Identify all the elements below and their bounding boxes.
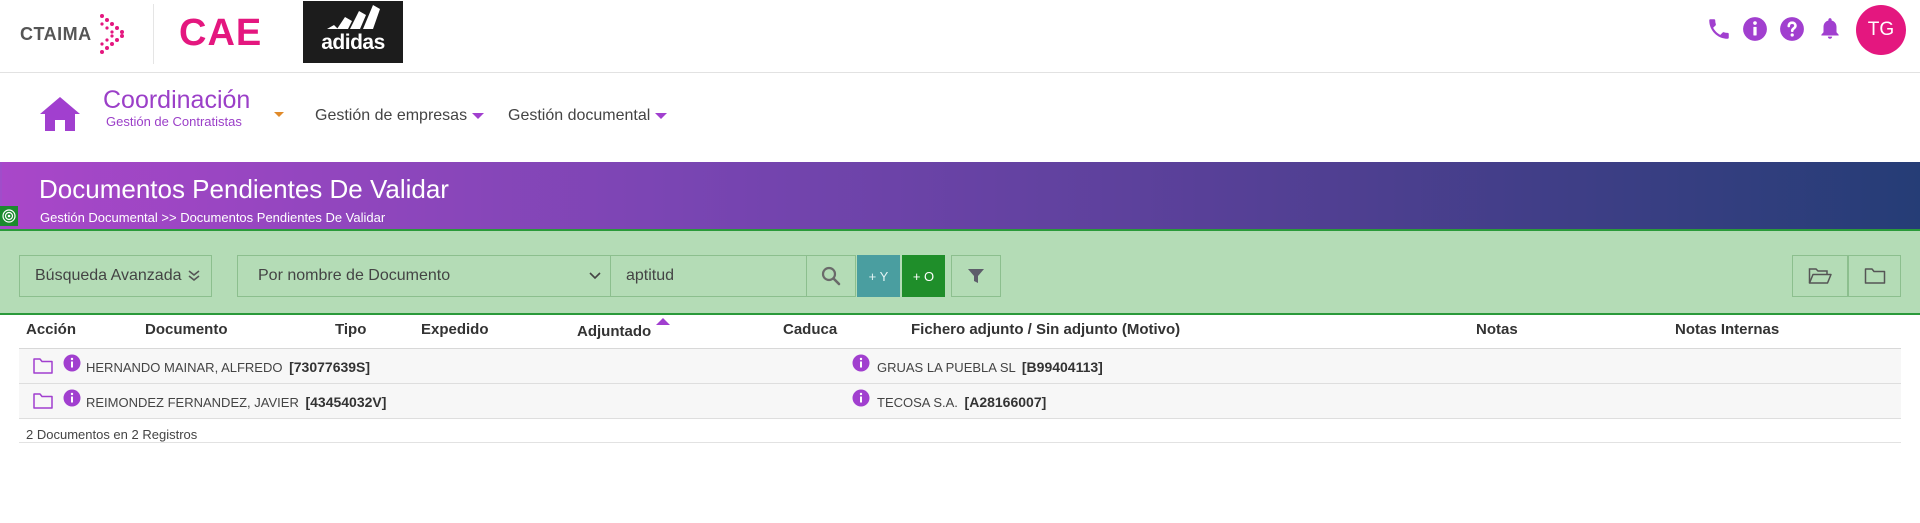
column-header-expedido[interactable]: Expedido [421, 321, 489, 338]
company-cell: GRUAS LA PUEBLA SL [B99404113] [877, 359, 1103, 375]
column-header-notas-internas[interactable]: Notas Internas [1675, 321, 1779, 338]
menu-label: Gestión documental [508, 107, 651, 124]
client-logo: adidas [303, 1, 403, 63]
module-subtitle: Gestión de Contratistas [106, 114, 242, 129]
adidas-stripes-icon [327, 5, 380, 29]
info-icon[interactable] [1742, 16, 1768, 42]
column-header-adjuntado[interactable]: Adjuntado [577, 323, 651, 340]
menu-label: Gestión de empresas [315, 107, 468, 124]
client-logo-text: adidas [321, 31, 385, 54]
search-type-value: Por nombre de Documento [258, 267, 451, 284]
info-icon[interactable] [852, 389, 870, 407]
user-avatar[interactable]: TG [1856, 5, 1906, 55]
target-glyph-icon [2, 209, 16, 223]
logo-divider [153, 4, 154, 64]
search-input[interactable] [610, 255, 807, 297]
module-caret-icon[interactable] [274, 112, 284, 117]
caret-down-icon [655, 113, 668, 119]
top-header: CTAIMA CAE adidas TG [0, 0, 1920, 73]
person-id: [73077639S] [289, 359, 371, 375]
filter-icon [968, 269, 984, 283]
company-name: TECOSA S.A. [877, 395, 958, 410]
cae-logo: CAE [179, 12, 263, 54]
main-nav: Coordinación Gestión de Contratistas Ges… [0, 74, 1920, 162]
collapse-all-button[interactable] [1848, 255, 1901, 297]
company-id: [A28166007] [964, 394, 1047, 410]
folder-icon[interactable] [33, 357, 53, 375]
expand-all-button[interactable] [1792, 255, 1848, 297]
target-icon[interactable] [0, 206, 18, 226]
breadcrumb[interactable]: Gestión Documental >> Documentos Pendien… [40, 210, 385, 225]
search-bar: Búsqueda Avanzada Por nombre de Document… [0, 229, 1920, 315]
module-selector[interactable]: Coordinación Gestión de Contratistas [103, 86, 250, 130]
column-header-accion[interactable]: Acción [26, 321, 76, 338]
column-header-documento[interactable]: Documento [145, 321, 228, 338]
person-name: HERNANDO MAINAR, ALFREDO [86, 360, 283, 375]
search-button[interactable] [806, 255, 856, 297]
caret-down-icon [472, 113, 485, 119]
ctaima-logo[interactable]: CTAIMA [20, 10, 128, 58]
help-icon[interactable] [1779, 16, 1805, 42]
bell-icon[interactable] [1817, 16, 1843, 42]
double-chevron-down-icon [188, 270, 199, 282]
folder-icon[interactable] [33, 392, 53, 410]
person-cell: REIMONDEZ FERNANDEZ, JAVIER [43454032V] [86, 394, 386, 410]
info-icon[interactable] [63, 389, 81, 407]
add-and-condition-button[interactable]: + Y [857, 255, 900, 297]
column-header-tipo[interactable]: Tipo [335, 321, 366, 338]
person-name: REIMONDEZ FERNANDEZ, JAVIER [86, 395, 299, 410]
advanced-search-label: Búsqueda Avanzada [35, 267, 182, 284]
person-cell: HERNANDO MAINAR, ALFREDO [73077639S] [86, 359, 370, 375]
column-header-notas[interactable]: Notas [1476, 321, 1518, 338]
page-title: Documentos Pendientes De Validar [39, 174, 449, 204]
phone-icon[interactable] [1706, 16, 1732, 42]
info-icon[interactable] [63, 354, 81, 372]
table-row[interactable]: REIMONDEZ FERNANDEZ, JAVIER [43454032V] … [19, 384, 1901, 419]
summary-divider [19, 442, 1901, 443]
records-summary: 2 Documentos en 2 Registros [26, 427, 198, 442]
sort-ascending-icon[interactable] [656, 318, 670, 325]
chevron-down-icon [589, 272, 601, 280]
column-header-caduca[interactable]: Caduca [783, 321, 837, 338]
search-type-select[interactable]: Por nombre de Documento [237, 255, 611, 297]
page-banner: Documentos Pendientes De Validar Gestión… [0, 162, 1920, 229]
folder-open-icon [1808, 268, 1832, 284]
company-id: [B99404113] [1021, 359, 1103, 375]
filter-button[interactable] [951, 255, 1001, 297]
home-icon[interactable] [38, 94, 82, 134]
info-icon[interactable] [852, 354, 870, 372]
ctaima-logo-text: CTAIMA [20, 23, 92, 44]
ctaima-mark-icon [99, 14, 124, 54]
search-icon [821, 266, 841, 286]
module-title: Coordinación [103, 86, 251, 114]
person-id: [43454032V] [305, 394, 387, 410]
company-name: GRUAS LA PUEBLA SL [877, 360, 1016, 375]
advanced-search-button[interactable]: Búsqueda Avanzada [19, 255, 212, 297]
company-cell: TECOSA S.A. [A28166007] [877, 394, 1046, 410]
menu-gestion-documental[interactable]: Gestión documental [508, 107, 668, 125]
add-or-condition-button[interactable]: + O [902, 255, 945, 297]
table-row[interactable]: HERNANDO MAINAR, ALFREDO [73077639S] GRU… [19, 349, 1901, 384]
menu-gestion-empresas[interactable]: Gestión de empresas [315, 107, 485, 125]
column-header-fichero[interactable]: Fichero adjunto / Sin adjunto (Motivo) [911, 321, 1180, 338]
folder-icon [1864, 268, 1885, 284]
